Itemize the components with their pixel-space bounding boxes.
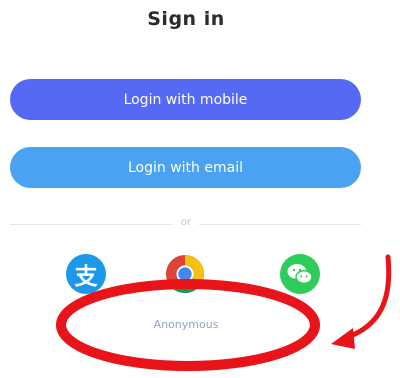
page-title: Sign in: [147, 8, 225, 30]
login-with-email-label: Login with email: [128, 159, 243, 176]
login-with-mobile-label: Login with mobile: [123, 91, 248, 108]
divider-or: or: [0, 217, 372, 228]
wechat-icon[interactable]: [280, 254, 320, 294]
chrome-logo: [165, 254, 205, 294]
divider-or-label: or: [172, 217, 200, 228]
login-with-mobile-button[interactable]: Login with mobile: [10, 79, 361, 120]
annotation-arrow-head: [331, 328, 355, 349]
alipay-glyph: 支: [74, 264, 98, 290]
anonymous-login-link[interactable]: Anonymous: [0, 318, 372, 331]
alipay-icon[interactable]: 支: [66, 254, 106, 294]
chrome-icon[interactable]: [165, 254, 205, 294]
wechat-bubbles: [287, 264, 313, 285]
login-with-email-button[interactable]: Login with email: [10, 147, 361, 188]
